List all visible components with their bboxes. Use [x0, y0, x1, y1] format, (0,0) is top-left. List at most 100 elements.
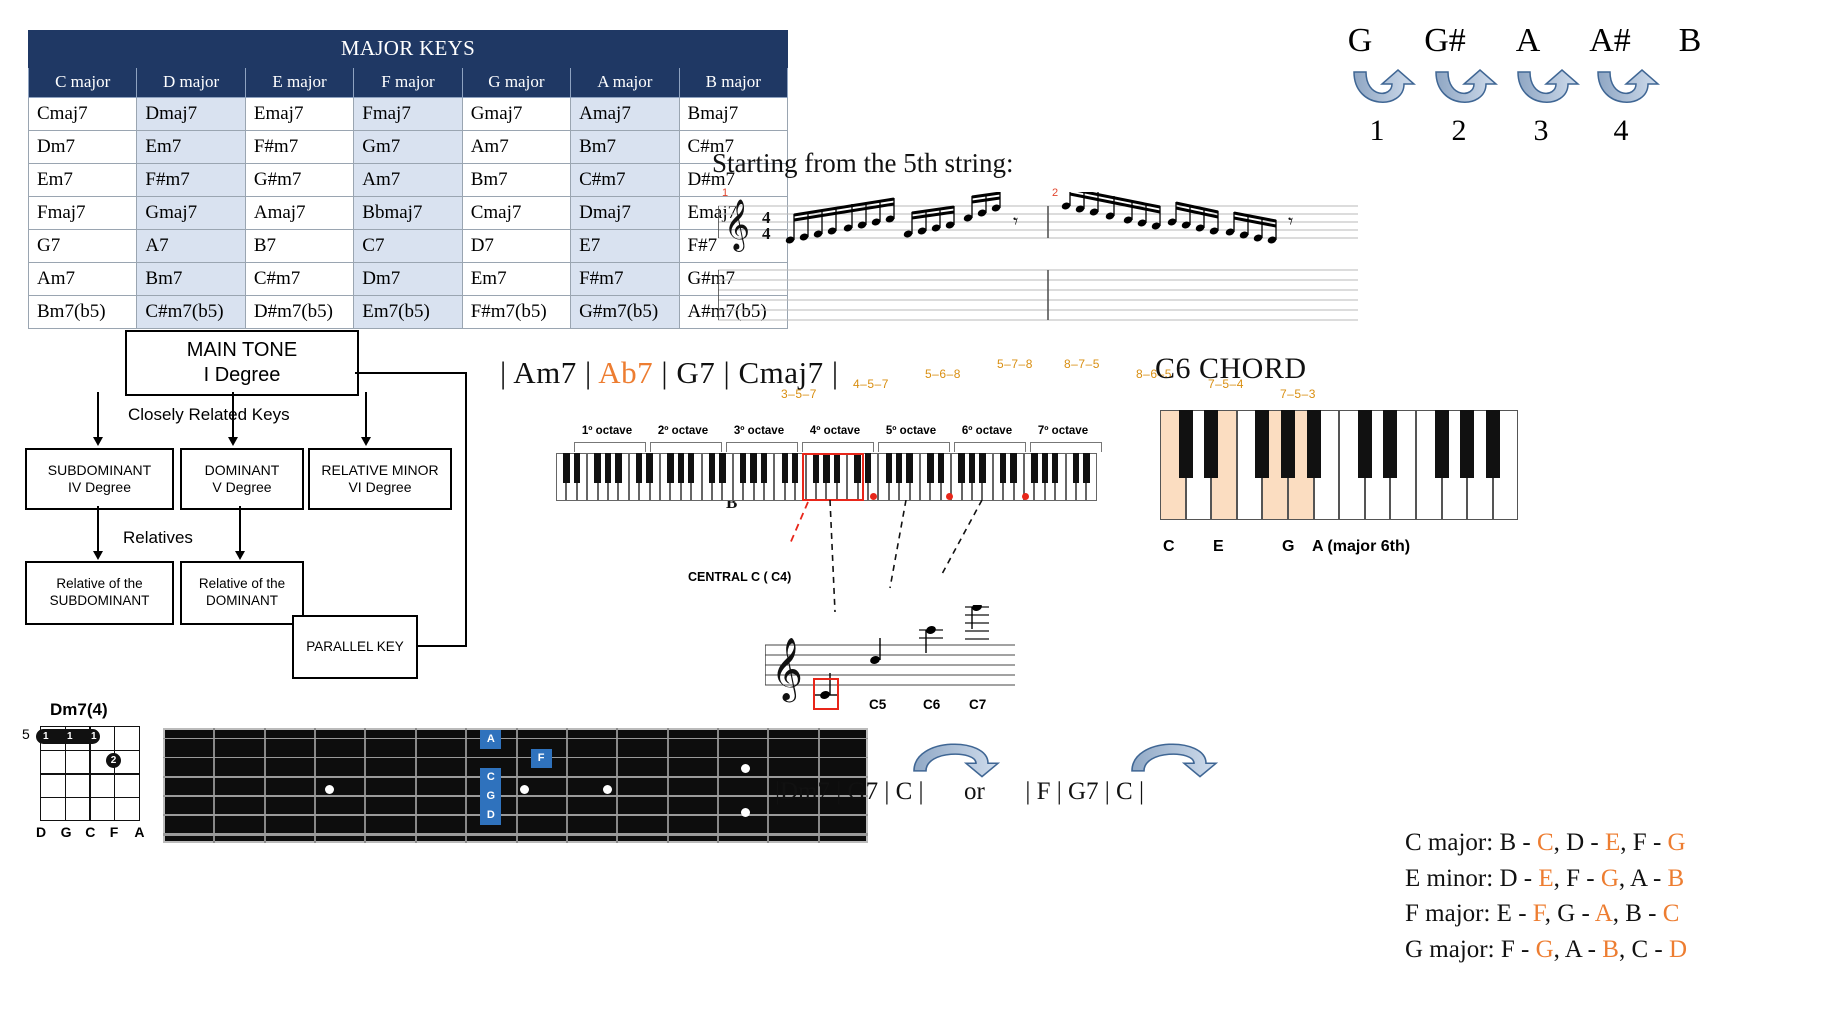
flowchart-box-rel-dominant: Relative of the DOMINANT [180, 561, 304, 625]
interval-reference-list: C major: B - C, D - E, F - GE minor: D -… [1405, 825, 1687, 967]
chord-dot-finger-2: 2 [106, 753, 121, 768]
string-line-4 [163, 795, 868, 797]
barre-finger-3: 1 [91, 731, 97, 742]
string-line-2 [163, 757, 868, 759]
note-label-Gsharp: G# [1424, 22, 1466, 59]
table-cell: Bmaj7 [678, 97, 789, 131]
step-number-2: 2 [1451, 114, 1467, 147]
octave-bracket-2 [650, 442, 722, 452]
piano-black-key [760, 453, 768, 483]
arrow-main-right-segment [355, 372, 467, 374]
progression-part-8: | [823, 355, 839, 390]
interval-segment-3: G [1600, 864, 1619, 892]
c6-label-g: G [1282, 538, 1295, 555]
interval-line-2: F major: E - F, G - A, B - C [1405, 896, 1687, 932]
c6-chord-title: C6 CHORD [1155, 352, 1307, 385]
subdominant-line1: SUBDOMINANT [47, 461, 152, 478]
piano-black-key [927, 453, 934, 483]
progression-part-2: | [576, 355, 599, 390]
arrow-subdominant-to-relative [97, 506, 99, 553]
lower-staff-svg: 𝄞 [764, 603, 1015, 703]
tab-heading: Starting from the 5th string: [712, 148, 1014, 178]
tab-group-string-5: 7–5–3 [1279, 387, 1317, 401]
octave-label-7: 7º octave [1037, 425, 1089, 437]
interval-segment-1: F [1532, 900, 1545, 927]
interval-segment-5: G [1667, 829, 1686, 856]
octave-label-5: 5º octave [885, 425, 937, 437]
piano-black-key [958, 453, 965, 483]
interval-segment-1: G [1535, 935, 1554, 963]
step-number-3: 3 [1533, 114, 1549, 147]
table-header-row: C major D major E major F major G major A maj… [27, 67, 789, 98]
c6-label-c: C [1163, 538, 1175, 555]
octave-label-2: 2º octave [657, 425, 709, 437]
piano-black-key [719, 453, 726, 483]
fretboard-diagram: A F CGD [163, 728, 868, 843]
table-cell: Dmaj7 [136, 97, 246, 131]
piano-black-key [1010, 453, 1017, 483]
staff-notation-svg: 𝄞 4 4 𝄾 𝄾 [717, 187, 1358, 321]
fret-line-12 [767, 728, 770, 843]
piano-black-key [979, 453, 986, 483]
fretboard-inlay-dot [603, 785, 612, 794]
c6-black-key [1178, 410, 1193, 478]
central-c-caption: CENTRAL C ( C4) [688, 570, 792, 584]
note-label-A: A [1515, 22, 1541, 59]
progression-part-7: Cmaj7 [738, 355, 824, 390]
piano-black-key [1083, 453, 1090, 483]
piano-black-key [667, 453, 674, 483]
fret-line-5 [414, 728, 417, 843]
interval-segment-1: E [1538, 864, 1554, 892]
c6-black-key [1281, 410, 1295, 478]
chord-grid: 1 1 1 2 [36, 726, 140, 821]
table-cell: Cmaj7 [461, 196, 572, 230]
piano-black-key [885, 453, 892, 483]
progression-part-1: Am7 [513, 355, 577, 390]
rel-dominant-line2: DOMINANT [206, 593, 278, 608]
fret-line-6 [465, 728, 468, 843]
string-line-1 [163, 738, 868, 739]
label-closely-related-keys: Closely Related Keys [128, 405, 290, 424]
interval-segment-2: , G - [1544, 900, 1595, 927]
table-cell: Amaj7 [244, 196, 355, 230]
progression-part-4: | [653, 355, 677, 390]
table-row: G7 A7 B7 C7 D7 E7 F#7 [27, 229, 789, 263]
interval-segment-3: E [1605, 829, 1621, 856]
octave-label-1: 1º octave [581, 425, 633, 437]
fret-line-7 [515, 728, 518, 843]
arrowhead-subdominant [93, 437, 103, 446]
table-cell: Dm7 [27, 130, 138, 164]
fret-line-8 [565, 728, 568, 843]
main-tone-line2: I Degree [203, 364, 281, 386]
table-cell: G#m7(b5) [570, 295, 680, 329]
chord-string-label-G: G [60, 824, 72, 840]
rel-subdominant-line1: Relative of the [56, 576, 143, 592]
piano-black-key [781, 453, 788, 483]
piano-black-key [750, 453, 757, 483]
interval-segment-2: , F - [1553, 864, 1601, 892]
flowchart-box-dominant: DOMINANT V Degree [180, 448, 304, 510]
chord-diagram-name: Dm7(4) [50, 700, 108, 719]
table-cell: Dmaj7 [570, 196, 680, 230]
octave-label-4: 4º octave [809, 425, 861, 437]
c6-black-key [1357, 410, 1372, 478]
dominant-line2: V Degree [212, 479, 272, 495]
interval-segment-4: , F - [1620, 829, 1668, 856]
fretboard-inlay-dot [741, 764, 750, 773]
chord-string-label-A: A [134, 824, 145, 840]
interval-segment-4: , C - [1618, 935, 1669, 963]
fretboard-note-C: C [480, 768, 502, 787]
notation-and-tab: 𝄞 4 4 𝄾 𝄾 B 1 2 3–5–7 4–5–7 5–6–8 5–7–8 … [717, 187, 1358, 511]
piano-black-key [636, 453, 643, 483]
c6-black-key [1383, 410, 1398, 478]
progression-part-6: | [715, 355, 739, 390]
piano-black-key [646, 453, 653, 483]
arrow-main-to-relative-minor [365, 392, 367, 439]
rel-dominant-line1: Relative of the [198, 576, 286, 592]
c7-marker-dot [1022, 493, 1029, 500]
progression-bottom-right: | F | G7 | C | [1025, 778, 1144, 805]
note-label-c7: C7 [969, 697, 987, 712]
interval-line-3: G major: F - G, A - B, C - D [1405, 932, 1687, 968]
interval-segment-0: E - [1496, 900, 1533, 927]
fret-line-9 [616, 728, 619, 843]
